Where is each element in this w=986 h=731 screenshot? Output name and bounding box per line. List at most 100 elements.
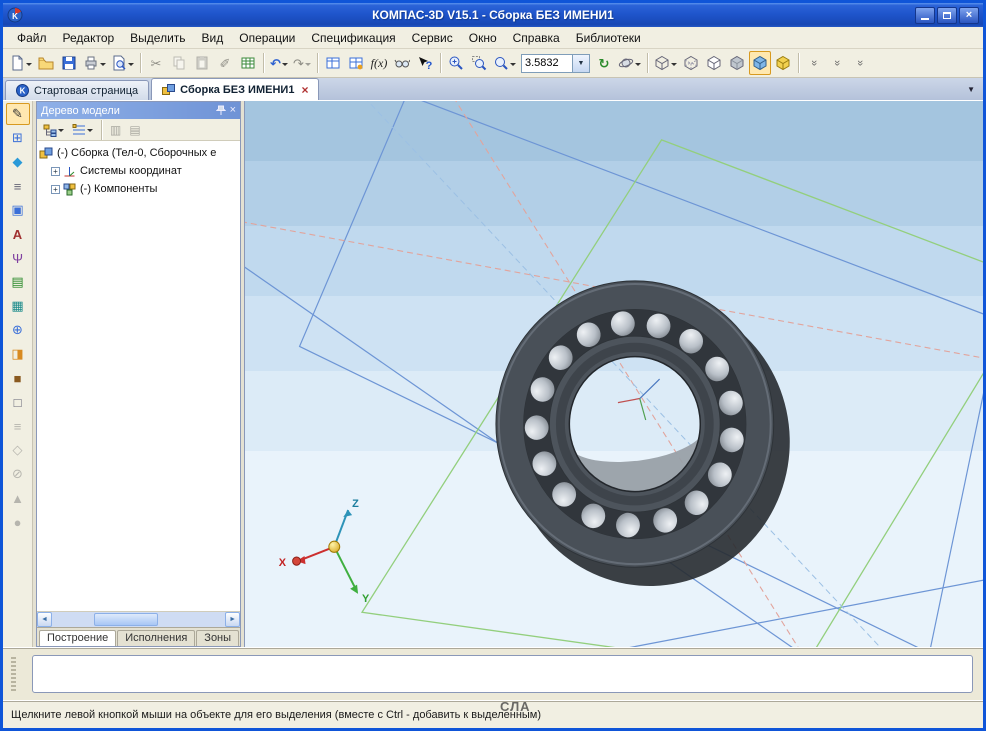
restore-button[interactable] — [937, 7, 957, 24]
menu-view[interactable]: Вид — [194, 29, 232, 47]
property-bar[interactable] — [32, 655, 973, 693]
wireframe-button[interactable] — [680, 51, 702, 75]
toolbar-extension-2[interactable]: » — [826, 51, 848, 75]
tab-close-icon[interactable]: × — [301, 83, 308, 97]
tab-construction[interactable]: Построение — [39, 630, 116, 646]
auxiliary-geometry-icon[interactable]: ▣ — [6, 199, 30, 221]
open-folder-icon — [38, 55, 54, 71]
bearing-model[interactable] — [480, 263, 806, 604]
new-document-button[interactable] — [7, 51, 34, 75]
minimize-button[interactable] — [915, 7, 935, 24]
toolbar-extension-3[interactable]: » — [849, 51, 871, 75]
floppy-icon — [61, 55, 77, 71]
menu-window[interactable]: Окно — [461, 29, 505, 47]
reports-icon[interactable]: ⊕ — [6, 319, 30, 341]
measurements-3d-icon[interactable]: Ψ — [6, 247, 30, 269]
filters-icon[interactable]: ▤ — [6, 271, 30, 293]
x-end-sphere — [293, 557, 301, 565]
tree-composition-button[interactable] — [69, 120, 96, 139]
menu-select[interactable]: Выделить — [122, 29, 193, 47]
dropdown-caret-icon — [305, 63, 311, 69]
menu-file[interactable]: Файл — [9, 29, 55, 47]
menu-operations[interactable]: Операции — [231, 29, 303, 47]
y-axis-label: Y — [362, 593, 370, 605]
variables-table-button[interactable] — [345, 51, 367, 75]
restore-icon — [943, 12, 951, 19]
edit-assembly-icon[interactable]: ✎ — [6, 103, 30, 125]
scroll-right-icon[interactable]: ► — [225, 612, 240, 627]
current-scale-dropdown[interactable]: ▼ — [573, 54, 590, 73]
tree-composition-icon — [72, 123, 86, 137]
property-bar-grip[interactable] — [11, 657, 16, 691]
dropdown-caret-icon — [87, 129, 93, 135]
wireframe-cube-icon — [683, 55, 699, 71]
undo-button[interactable]: ↶ — [268, 51, 290, 75]
scroll-left-icon[interactable]: ◄ — [37, 612, 52, 627]
3d-viewport[interactable]: Z X Y — [244, 101, 983, 647]
open-document-button[interactable] — [35, 51, 57, 75]
print-button[interactable] — [81, 51, 108, 75]
tree-node-label: Системы координат — [80, 165, 182, 177]
tab-start-page[interactable]: K Стартовая страница — [5, 80, 149, 100]
spatial-curves-icon[interactable]: ⊞ — [6, 127, 30, 149]
toolbar-extension-1[interactable]: » — [803, 51, 825, 75]
hidden-lines-button[interactable] — [703, 51, 725, 75]
close-button[interactable]: × — [959, 7, 979, 24]
zoom-in-button[interactable] — [445, 51, 467, 75]
title-bar[interactable]: K КОМПАС-3D V15.1 - Сборка БЕЗ ИМЕНИ1 × — [3, 3, 983, 27]
minimize-icon — [921, 18, 929, 20]
main-toolbar: ✂ ✐ ↶ ↷ f(x) ? — [3, 49, 983, 78]
panel-close-icon[interactable]: × — [230, 105, 236, 116]
svg-text:K: K — [20, 87, 26, 96]
status-text: Щелкните левой кнопкой мыши на объекте д… — [11, 709, 541, 721]
arrays-icon[interactable]: ≡ — [6, 175, 30, 197]
menu-editor[interactable]: Редактор — [55, 29, 123, 47]
expand-icon[interactable]: + — [51, 185, 60, 194]
dropdown-caret-icon — [26, 63, 32, 69]
expand-icon[interactable]: + — [51, 167, 60, 176]
context-help-button[interactable]: ? — [414, 51, 436, 75]
orientation-button[interactable] — [652, 51, 679, 75]
shaded-button[interactable] — [726, 51, 748, 75]
variables-button[interactable] — [322, 51, 344, 75]
menu-specification[interactable]: Спецификация — [303, 29, 403, 47]
copy-icon — [171, 55, 187, 71]
zoom-by-frame-button[interactable] — [468, 51, 490, 75]
diagnostics-icon: ◇ — [6, 439, 30, 461]
rotate-view-button[interactable] — [616, 51, 643, 75]
tree-node-coordinate-systems[interactable]: + Системы координат — [39, 162, 238, 180]
components-icon[interactable]: □ — [6, 391, 30, 413]
current-scale-input[interactable] — [521, 54, 573, 73]
tab-versions[interactable]: Исполнения — [117, 630, 195, 646]
perspective-button[interactable] — [772, 51, 794, 75]
tab-zones[interactable]: Зоны — [196, 630, 239, 646]
assembly-doc-icon — [162, 83, 175, 96]
spectacles-button[interactable] — [391, 51, 413, 75]
sheet-metal-icon[interactable]: ■ — [6, 367, 30, 389]
tree-node-components[interactable]: + (-) Компоненты — [39, 180, 238, 198]
tree-horizontal-scrollbar[interactable]: ◄ ► — [37, 611, 240, 627]
tree-root-node[interactable]: (-) Сборка (Тел-0, Сборочных е — [39, 144, 238, 162]
refresh-image-button[interactable]: ↻ — [593, 51, 615, 75]
zoom-all-button[interactable] — [491, 51, 518, 75]
pin-icon[interactable] — [216, 105, 226, 116]
tab-assembly[interactable]: Сборка БЕЗ ИМЕНИ1 × — [151, 78, 319, 100]
scroll-thumb[interactable] — [94, 613, 158, 626]
tab-label: Стартовая страница — [34, 85, 138, 97]
shaded-with-edges-button[interactable] — [749, 51, 771, 75]
tree-structure-button[interactable] — [40, 120, 67, 139]
variables-icon — [325, 55, 341, 71]
menu-help[interactable]: Справка — [505, 29, 568, 47]
menu-libraries[interactable]: Библиотеки — [568, 29, 649, 47]
window-list-dropdown[interactable]: ▼ — [961, 83, 981, 96]
coordinate-systems-icon — [63, 165, 76, 178]
menu-service[interactable]: Сервис — [404, 29, 461, 47]
annotations-icon[interactable]: A — [6, 223, 30, 245]
save-button[interactable] — [58, 51, 80, 75]
specification-icon[interactable]: ▦ — [6, 295, 30, 317]
surfaces-icon[interactable]: ◆ — [6, 151, 30, 173]
print-preview-button[interactable] — [109, 51, 136, 75]
design-elements-icon[interactable]: ◨ — [6, 343, 30, 365]
spreadsheet-button[interactable] — [237, 51, 259, 75]
function-button[interactable]: f(x) — [368, 51, 390, 75]
